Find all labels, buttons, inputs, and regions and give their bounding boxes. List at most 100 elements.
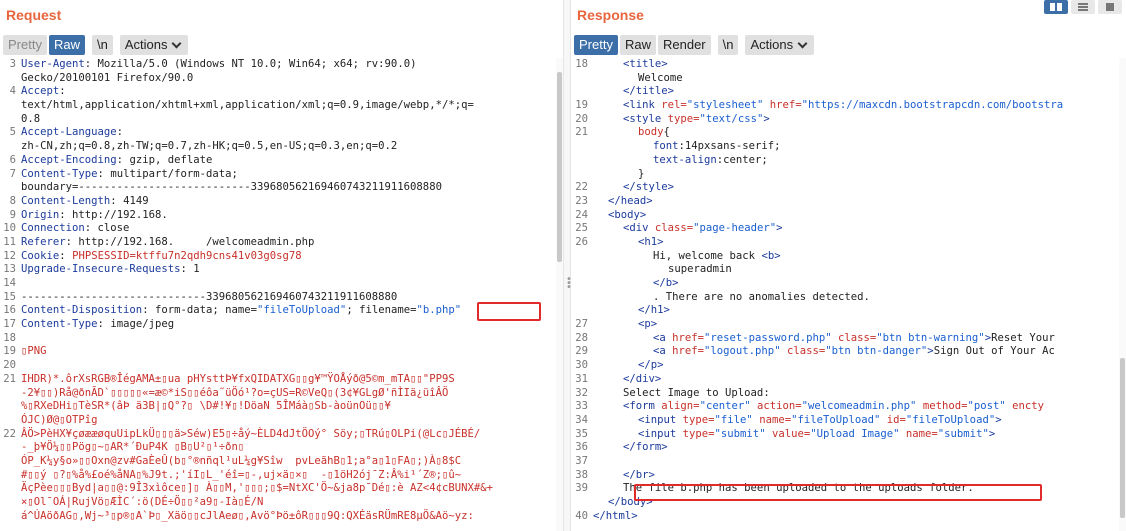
line-number xyxy=(571,154,588,168)
chevron-down-icon xyxy=(172,38,182,49)
code-line: boundary=---------------------------3396… xyxy=(0,181,563,195)
code-token-attr: href= xyxy=(769,99,802,112)
pretty-button[interactable]: Pretty xyxy=(3,34,47,55)
header-value: 4149 xyxy=(116,194,149,207)
code-token-tag: </form> xyxy=(623,441,668,454)
line-number: 33 xyxy=(575,400,588,413)
header-name: Connection xyxy=(21,222,85,235)
line-number xyxy=(571,304,588,318)
newline-button[interactable]: \n xyxy=(91,34,113,55)
code-content: <a href="reset-password.php" class="btn … xyxy=(588,332,1055,346)
code-token-tag: </head> xyxy=(608,194,653,207)
raw-text: Gecko/20100101 Firefox/90.0 xyxy=(21,71,194,84)
line-number xyxy=(0,72,16,86)
code-line: 8 Content-Length: 4149 xyxy=(0,195,563,209)
actions-button[interactable]: Actions xyxy=(119,34,189,55)
code-token-tag: </style> xyxy=(623,181,675,194)
code-token-attr: id= xyxy=(886,413,906,426)
header-name: Content-Disposition xyxy=(21,304,143,317)
stacked-view-icon[interactable] xyxy=(1071,0,1095,14)
code-line: 29 <a href="logout.php" class="btn btn-da… xyxy=(571,345,1126,359)
binary-data: ×▯Ol¯OÁ|RujVö▯ÆÌC´:ö(DÉ÷Ö▯▯²a9▯-Ià▯É/N xyxy=(21,496,264,508)
line-number: 38 xyxy=(575,468,588,481)
line-number xyxy=(571,496,588,510)
code-line: superadmin xyxy=(571,263,1126,277)
line-number: 35 xyxy=(575,427,588,440)
line-number xyxy=(571,140,588,154)
render-button[interactable]: Render xyxy=(657,34,711,55)
code-token-hk: text-align xyxy=(653,153,717,166)
code-line: 10 Connection: close xyxy=(0,222,563,236)
line-number: 39 xyxy=(575,482,588,495)
request-editor[interactable]: 3 User-Agent: Mozilla/5.0 (Windows NT 10.… xyxy=(0,58,563,531)
code-content: Cookie: PHPSESSID=ktffu7n2qdh9cns41v03g0… xyxy=(21,249,302,262)
code-content: </div> xyxy=(588,373,661,387)
binary-data: ▯PNG xyxy=(21,345,47,358)
code-token-tag: > xyxy=(776,222,783,235)
actions-button[interactable]: Actions xyxy=(745,34,815,55)
response-editor[interactable]: 18 <title> Welcome </title> 19 <link rel="sty… xyxy=(571,58,1126,531)
code-line: 40 </html> xyxy=(571,510,1126,524)
binary-data: %▯RXeDHi▯TèSR*(âÞ ä3B|▯Q°?▯ \D#!¥▯!DöaN … xyxy=(21,400,391,413)
split-view-icon[interactable] xyxy=(1044,0,1068,14)
code-content: Content-Type: multipart/form-data; xyxy=(21,167,238,180)
code-line: 34 <input type="file" name="fileToUpload"… xyxy=(571,414,1126,428)
filename-value: "b.php" xyxy=(416,304,462,317)
code-content: text/html,application/xhtml+xml,applicat… xyxy=(16,99,474,113)
code-line: 3 User-Agent: Mozilla/5.0 (Windows NT 10.… xyxy=(0,58,563,72)
code-token-attr: name= xyxy=(759,413,792,426)
code-content: -_þ¥Ö¼▯▯Pög▯~▯AR*´ÐuP4K ▯B▯U²▯¹÷ðn▯ xyxy=(16,441,244,455)
raw-button[interactable]: Raw xyxy=(48,34,85,55)
code-line: font:14pxsans-serif; xyxy=(571,140,1126,154)
code-token-attr: class= xyxy=(837,331,877,344)
line-number: 5 xyxy=(9,126,16,139)
code-token-tag: </b> xyxy=(653,277,679,289)
header-value-2: ; filename= xyxy=(346,304,417,317)
line-number: 32 xyxy=(575,386,588,399)
line-number xyxy=(0,99,16,113)
pretty-button[interactable]: Pretty xyxy=(574,34,618,55)
line-number xyxy=(571,263,588,277)
request-scrollbar[interactable] xyxy=(556,58,563,531)
code-token-txt: Hi, welcome back xyxy=(653,249,762,262)
code-token-tag: > xyxy=(763,112,770,125)
code-token-val: "submit" xyxy=(937,427,989,440)
line-number xyxy=(0,469,16,483)
code-line: 13 Upgrade-Insecure-Requests: 1 xyxy=(0,263,563,277)
code-content: Upgrade-Insecure-Requests: 1 xyxy=(21,263,200,276)
line-number: 6 xyxy=(9,153,16,166)
raw-button[interactable]: Raw xyxy=(619,34,656,55)
code-token-attr: class= xyxy=(786,345,826,358)
code-token-attr: name= xyxy=(905,427,938,440)
single-view-icon[interactable] xyxy=(1098,0,1122,14)
response-toolbar: Pretty Raw Render \n Actions xyxy=(574,34,816,55)
binary-data: ÂÖ>PèHX¥çøææøquUipLkÜ▯▯▯ä>Séw)E5▯÷åý~ÈLD… xyxy=(21,427,481,440)
code-line: . There are no anomalies detected. xyxy=(571,291,1126,305)
code-line: 12 Cookie: PHPSESSID=ktffu7n2qdh9cns41v03… xyxy=(0,250,563,264)
code-token-txt: Sign Out of Your Ac xyxy=(933,345,1055,358)
response-scrollbar[interactable] xyxy=(1119,58,1126,531)
code-line: zh-CN,zh;q=0.8,zh-TW;q=0.7,zh-HK;q=0.5,e… xyxy=(0,140,563,154)
code-line: </title> xyxy=(571,85,1126,99)
header-value: http://192.168. /welcomeadmin.php xyxy=(72,235,315,248)
code-line: 26 <h1> xyxy=(571,236,1126,250)
code-token-tag: <body> xyxy=(608,208,647,221)
scroll-thumb[interactable] xyxy=(1120,358,1125,518)
code-content: </html> xyxy=(588,510,638,524)
newline-button[interactable]: \n xyxy=(717,34,739,55)
code-content: <div class="page-header"> xyxy=(588,222,782,236)
code-content: Select Image to Upload: xyxy=(588,387,770,401)
line-number: 21 xyxy=(3,372,16,385)
scroll-thumb[interactable] xyxy=(557,72,562,262)
code-content: zh-CN,zh;q=0.8,zh-TW;q=0.7,zh-HK;q=0.5,e… xyxy=(16,140,397,154)
code-token-val: "file" xyxy=(714,413,760,426)
code-token-tag: <p> xyxy=(638,318,658,331)
pane-divider[interactable]: • • • xyxy=(563,0,572,531)
code-line: 22 </style> xyxy=(571,181,1126,195)
code-content: Accept: xyxy=(21,85,66,98)
code-line: 20 xyxy=(0,359,563,373)
header-value: form-data; name= xyxy=(148,304,258,317)
line-number xyxy=(0,455,16,469)
code-line: 33 <form align="center" action="welcomead… xyxy=(571,400,1126,414)
code-token-val: "logout.php" xyxy=(704,345,787,358)
